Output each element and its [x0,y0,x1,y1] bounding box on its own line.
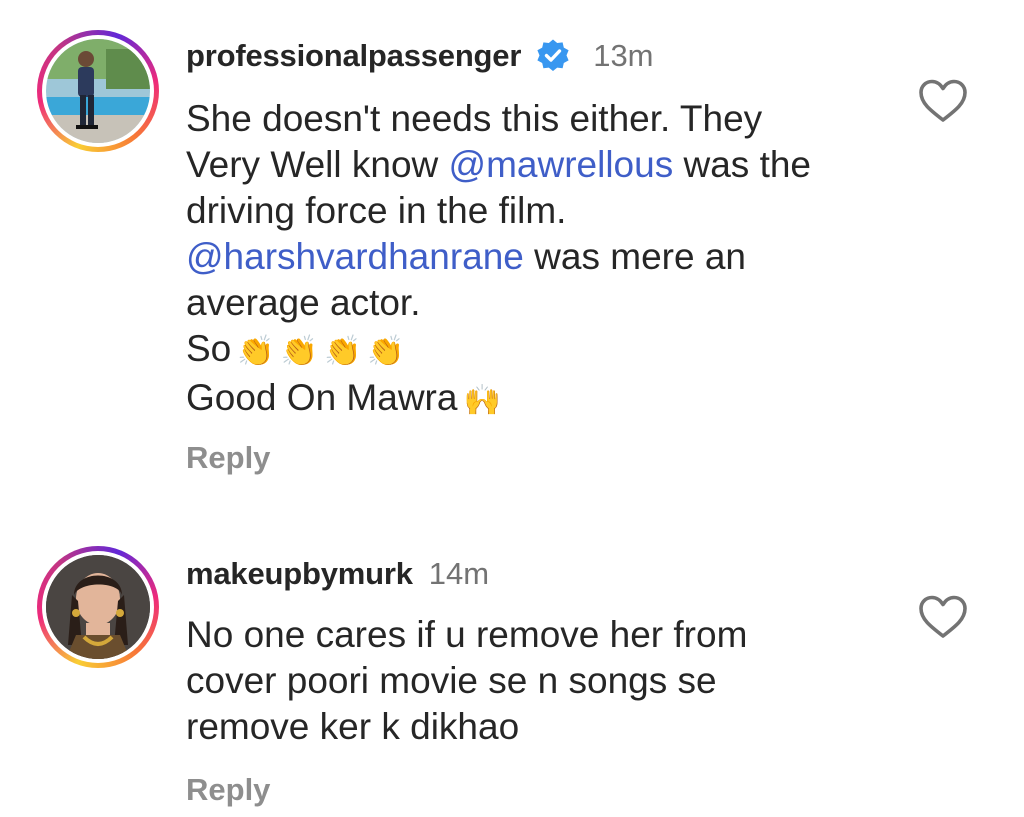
heart-outline-icon[interactable] [918,78,968,124]
comment-text: No one cares if u remove her from cover … [186,612,886,750]
comment-text: She doesn't needs this either. They Very… [186,96,886,424]
heart-outline-icon[interactable] [918,594,968,640]
reply-button[interactable]: Reply [186,772,270,808]
comment-line: Good On Mawra 🙌 [186,375,886,424]
comment-line: @harshvardhanrane was mere an [186,234,886,280]
comment-text-segment: So [186,328,232,369]
clap-emoji-icon: 👏 [280,334,318,369]
comment-text-segment: was mere an [523,236,746,277]
username[interactable]: makeupbymurk [186,556,413,592]
avatar-story-ring[interactable] [37,30,159,152]
comment-text-segment: Good On Mawra [186,377,458,418]
comment-text-segment: was the [673,144,812,185]
mention-link[interactable]: @mawrellous [449,144,674,185]
username[interactable]: professionalpassenger [186,38,521,74]
comment-line: No one cares if u remove her from [186,614,748,655]
comment-line: She doesn't needs this either. They [186,98,763,139]
verified-badge-icon [535,38,571,74]
comment-time: 14m [428,556,490,591]
comment-line: average actor. [186,282,421,323]
comment-line: cover poori movie se n songs se [186,660,717,701]
avatar-gap [42,35,154,147]
comment-line: driving force in the film. [186,190,567,231]
mention-link[interactable]: @harshvardhanrane [186,236,524,277]
clap-emoji-icon: 👏 [323,334,362,369]
comment-header: makeupbymurk 14m [186,554,489,594]
comment-line: remove ker k dikhao [186,706,520,747]
avatar [46,39,150,143]
comment-time: 13m [593,38,654,73]
raised-hands-emoji-icon: 🙌 [463,383,501,418]
avatar-story-ring[interactable] [37,546,159,668]
comment-text-segment: Very Well know [186,144,449,185]
avatar-gap [42,551,154,663]
avatar [46,555,150,659]
reply-button[interactable]: Reply [186,440,270,476]
clap-emoji-icon: 👏 [367,334,405,369]
clap-emoji-icon: 👏 [237,334,275,369]
comment-line: So 👏 👏 👏 👏 [186,326,886,375]
comment-header: professionalpassenger 13m [186,36,654,76]
comment-line: Very Well know @mawrellous was the [186,142,886,188]
